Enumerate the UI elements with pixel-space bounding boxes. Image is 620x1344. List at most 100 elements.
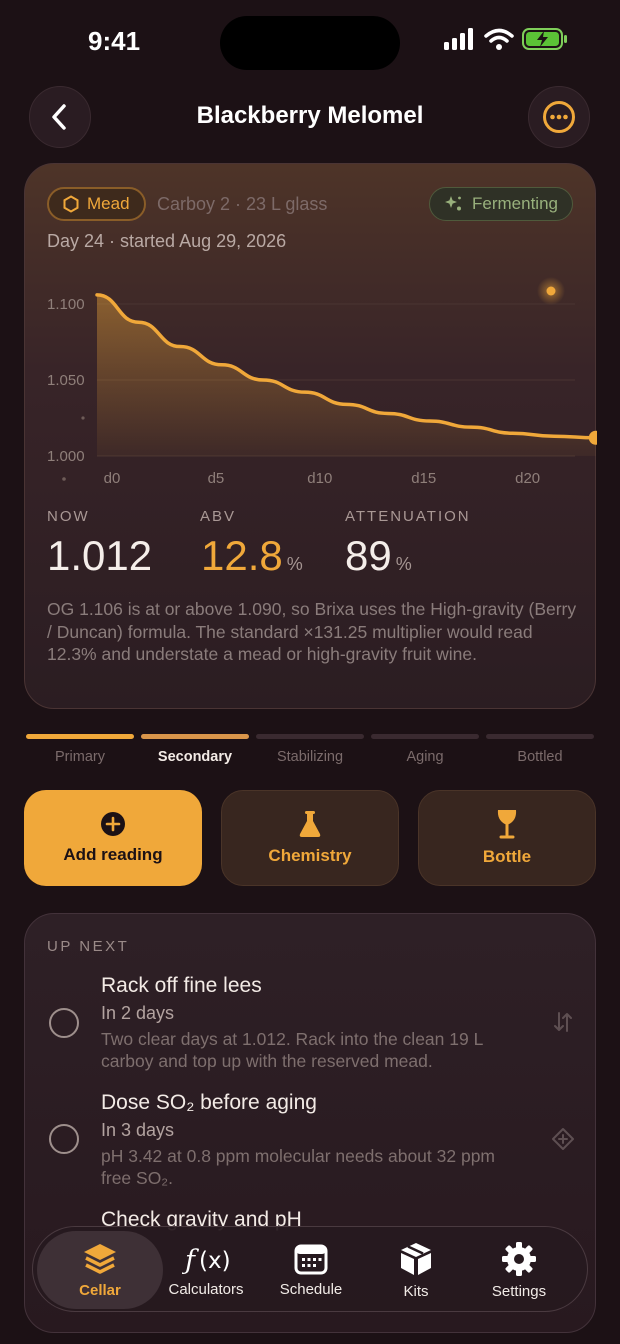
- stage-bottled[interactable]: Bottled: [486, 734, 594, 765]
- diamond-plus-icon: [552, 1128, 574, 1150]
- x-tick-label: d5: [208, 470, 225, 484]
- svg-text:(x): (x): [199, 1248, 230, 1274]
- now-value: 1.012: [47, 532, 152, 580]
- chemistry-button[interactable]: Chemistry: [221, 790, 399, 886]
- tab-cellar[interactable]: Cellar: [37, 1231, 163, 1309]
- axis-dot: [62, 477, 66, 481]
- layers-icon: [84, 1243, 116, 1274]
- tab-settings[interactable]: Settings: [464, 1227, 574, 1313]
- stage-stabilizing[interactable]: Stabilizing: [256, 734, 364, 765]
- stage-label: Primary: [55, 749, 105, 765]
- x-tick-label: d0: [104, 470, 121, 484]
- stage-progress: Primary Secondary Stabilizing Aging Bott…: [26, 734, 594, 770]
- page-title: Blackberry Melomel: [196, 102, 424, 129]
- y-tick-label: 1.100: [47, 296, 85, 313]
- add-reading-button[interactable]: Add reading: [24, 790, 202, 886]
- task-description: pH 3.42 at 0.8 ppm molecular needs about…: [101, 1146, 495, 1188]
- tab-kits[interactable]: Kits: [361, 1227, 471, 1313]
- stage-label: Aging: [406, 749, 444, 765]
- now-label: NOW: [47, 508, 90, 525]
- stage-label: Secondary: [157, 749, 233, 765]
- nav-bar: Blackberry Melomel: [0, 86, 620, 150]
- stage-bar: [371, 734, 479, 739]
- status-time: 9:41: [88, 26, 141, 56]
- gear-icon: [502, 1241, 536, 1276]
- tab-label: Settings: [491, 1282, 547, 1300]
- status-bar: 9:41: [0, 0, 620, 84]
- attenuation-unit: %: [395, 554, 412, 574]
- battery-charging-icon: [522, 28, 567, 50]
- live-indicator-dot: [546, 286, 556, 296]
- task-description: Two clear days at 1.012. Rack into the c…: [101, 1029, 483, 1071]
- task-checkbox[interactable]: [49, 1124, 79, 1154]
- axis-dot: [81, 416, 85, 420]
- flask-icon: [299, 811, 321, 837]
- tab-label: Calculators: [168, 1280, 244, 1298]
- add-reading-label: Add reading: [63, 845, 163, 864]
- x-tick-label: d20: [515, 470, 540, 484]
- upnext-heading: UP NEXT: [47, 938, 130, 955]
- status-icons: [444, 28, 568, 50]
- day-line: Day 24 · started Aug 29, 2026: [47, 231, 287, 251]
- abv-value: 12.8%: [201, 532, 303, 580]
- y-tick-label: 1.000: [47, 448, 85, 465]
- abv-unit: %: [286, 554, 303, 574]
- stage-bar: [141, 734, 249, 739]
- stage-secondary[interactable]: Secondary: [141, 734, 249, 765]
- batch-card[interactable]: Mead Carboy 2 · 23 L glass Fermenting Da…: [24, 163, 597, 709]
- vessel-label: Carboy 2 · 23 L glass: [157, 194, 328, 214]
- wifi-icon: [484, 28, 514, 50]
- tab-calculators[interactable]: ƒ (x) Calculators: [151, 1227, 261, 1313]
- hexagon-icon: [63, 195, 79, 213]
- task-when: In 2 days: [101, 1003, 175, 1023]
- attenuation-value-number: 89: [345, 532, 392, 579]
- abv-label: ABV: [200, 508, 237, 525]
- ellipsis-circle-icon: [543, 101, 575, 133]
- sparkles-icon: [445, 196, 462, 211]
- svg-text:ƒ: ƒ: [182, 1245, 199, 1275]
- signal-icon: [444, 28, 473, 50]
- x-tick-label: d15: [411, 470, 436, 484]
- stage-aging[interactable]: Aging: [371, 734, 479, 765]
- more-button[interactable]: [528, 86, 590, 148]
- wine-glass-icon: [497, 810, 517, 839]
- attenuation-label: ATTENUATION: [345, 508, 471, 525]
- function-icon: ƒ (x): [182, 1245, 230, 1275]
- stage-label: Stabilizing: [276, 749, 344, 765]
- y-tick-label: 1.050: [47, 372, 85, 389]
- task-checkbox[interactable]: [49, 1008, 79, 1038]
- stage-bar: [486, 734, 594, 739]
- gravity-chart: 1.100 1.050 1.000 d0 d5 d10 d15 d20: [47, 277, 597, 484]
- tab-label: Kits: [403, 1282, 429, 1300]
- type-chip: Mead: [47, 187, 146, 221]
- status-chip: Fermenting: [429, 187, 573, 221]
- attenuation-value: 89%: [345, 532, 412, 580]
- task-title: Dose SO₂ before aging: [101, 1091, 317, 1114]
- task-title: Rack off fine lees: [101, 974, 262, 997]
- dynamic-island: [220, 16, 400, 70]
- type-chip-label: Mead: [87, 194, 130, 213]
- now-value-number: 1.012: [47, 532, 153, 579]
- plus-circle-icon: [101, 812, 125, 836]
- task-item[interactable]: Dose SO₂ before aging In 3 days pH 3.42 …: [25, 1091, 595, 1201]
- stage-bar: [26, 734, 134, 739]
- status-chip-label: Fermenting: [472, 194, 558, 213]
- bottle-label: Bottle: [482, 847, 532, 866]
- task-when: In 3 days: [101, 1120, 175, 1140]
- tab-label: Cellar: [79, 1281, 121, 1299]
- bottle-button[interactable]: Bottle: [418, 790, 596, 886]
- chemistry-label: Chemistry: [268, 846, 352, 865]
- tab-bar: Cellar ƒ (x) Calculators Schedule Kits S…: [32, 1226, 588, 1312]
- tab-label: Schedule: [279, 1280, 343, 1298]
- tab-schedule[interactable]: Schedule: [256, 1227, 366, 1313]
- formula-explanation: OG 1.106 is at or above 1.090, so Brixa …: [47, 599, 577, 664]
- transfer-icon: [554, 1012, 572, 1032]
- stage-primary[interactable]: Primary: [26, 734, 134, 765]
- abv-value-number: 12.8: [201, 532, 283, 579]
- box-icon: [401, 1242, 431, 1275]
- x-tick-label: d10: [307, 470, 332, 484]
- task-item[interactable]: Rack off fine lees In 2 days Two clear d…: [25, 974, 595, 1084]
- stage-bar: [256, 734, 364, 739]
- calendar-icon: [294, 1244, 328, 1274]
- stage-label: Bottled: [517, 749, 563, 765]
